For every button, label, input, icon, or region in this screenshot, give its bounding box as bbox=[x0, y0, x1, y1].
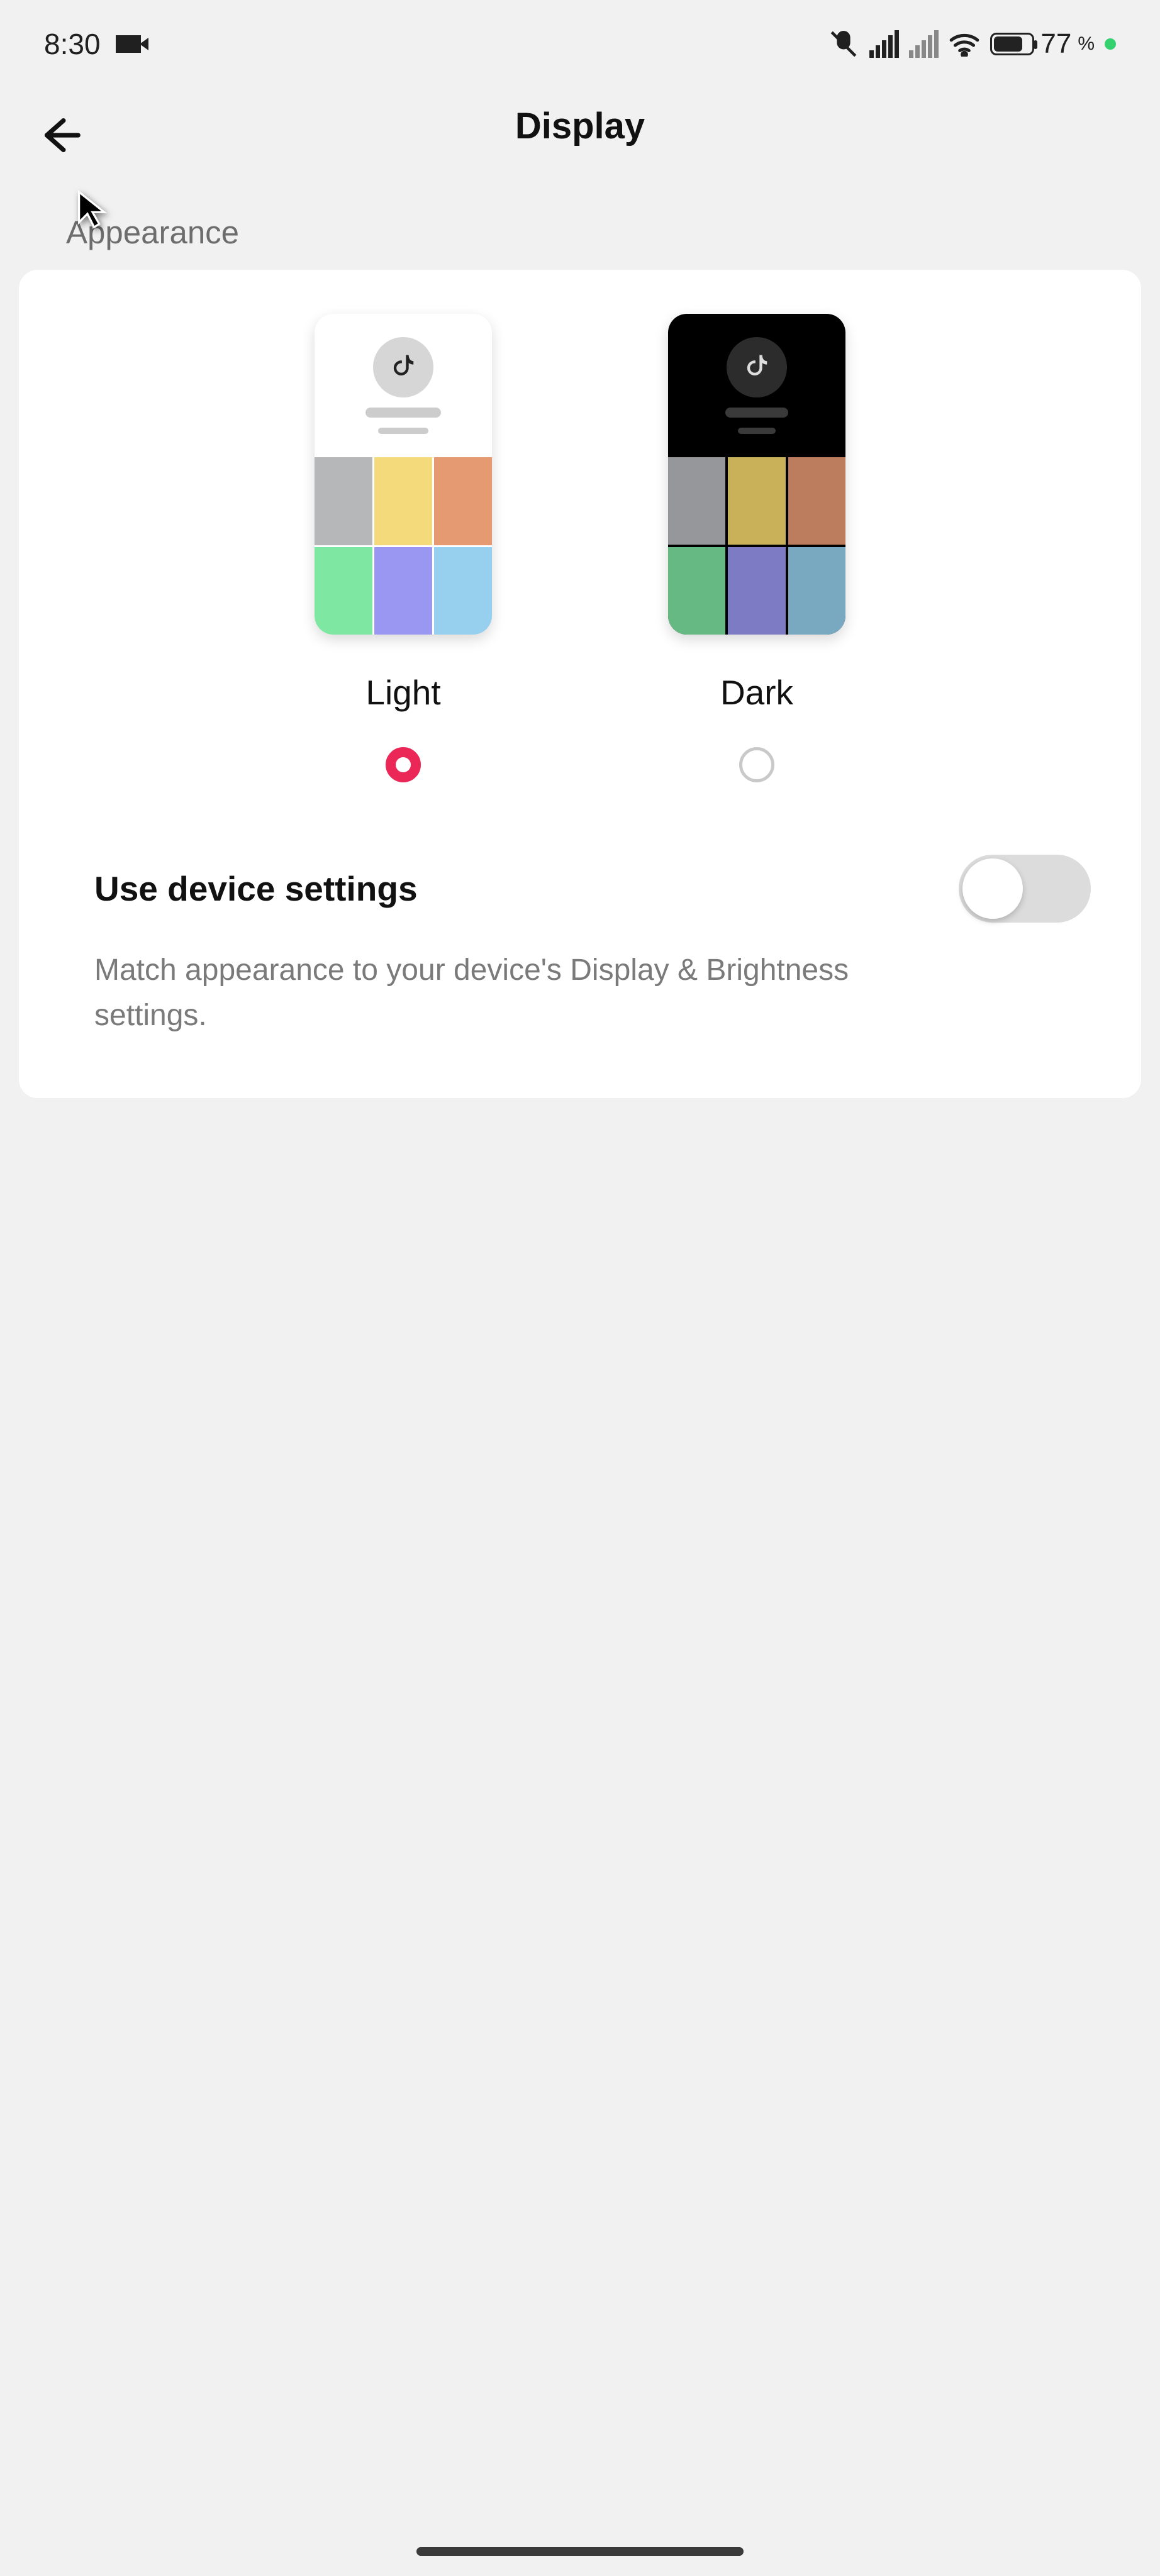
dark-preview bbox=[668, 314, 845, 635]
battery-percent-sign: % bbox=[1078, 33, 1095, 55]
status-right: 77% bbox=[828, 28, 1116, 60]
header: Display bbox=[0, 88, 1160, 164]
wifi-icon bbox=[949, 31, 980, 57]
camera-icon bbox=[116, 35, 141, 53]
mute-icon bbox=[828, 28, 859, 60]
signal-secondary-icon bbox=[909, 30, 939, 58]
section-label: Appearance bbox=[0, 164, 1160, 270]
appearance-options: Light Dark bbox=[69, 314, 1091, 808]
battery-indicator: 77% bbox=[990, 28, 1116, 60]
toggle-knob bbox=[962, 858, 1023, 919]
appearance-option-light[interactable]: Light bbox=[315, 314, 492, 782]
light-label: Light bbox=[365, 672, 440, 713]
signal-icon bbox=[869, 30, 899, 58]
light-radio[interactable] bbox=[386, 747, 421, 782]
tiktok-icon bbox=[727, 337, 787, 397]
use-device-settings-toggle[interactable] bbox=[959, 855, 1091, 923]
recording-dot-icon bbox=[1105, 38, 1116, 50]
light-preview bbox=[315, 314, 492, 635]
appearance-option-dark[interactable]: Dark bbox=[668, 314, 845, 782]
back-button[interactable] bbox=[31, 107, 88, 164]
use-device-settings-row: Use device settings bbox=[69, 855, 1091, 923]
use-device-settings-description: Match appearance to your device's Displa… bbox=[69, 948, 950, 1038]
tiktok-icon bbox=[373, 337, 433, 397]
battery-icon bbox=[990, 33, 1034, 55]
status-bar: 8:30 77% bbox=[0, 0, 1160, 88]
battery-percent: 77 bbox=[1040, 28, 1071, 60]
page-title: Display bbox=[515, 105, 645, 147]
appearance-card: Light Dark Use device s bbox=[19, 270, 1141, 1098]
dark-label: Dark bbox=[720, 672, 793, 713]
clock: 8:30 bbox=[44, 27, 101, 61]
arrow-left-icon bbox=[38, 113, 82, 157]
use-device-settings-title: Use device settings bbox=[69, 869, 418, 909]
dark-radio[interactable] bbox=[739, 747, 774, 782]
home-indicator[interactable] bbox=[416, 2547, 744, 2556]
status-left: 8:30 bbox=[44, 27, 141, 61]
